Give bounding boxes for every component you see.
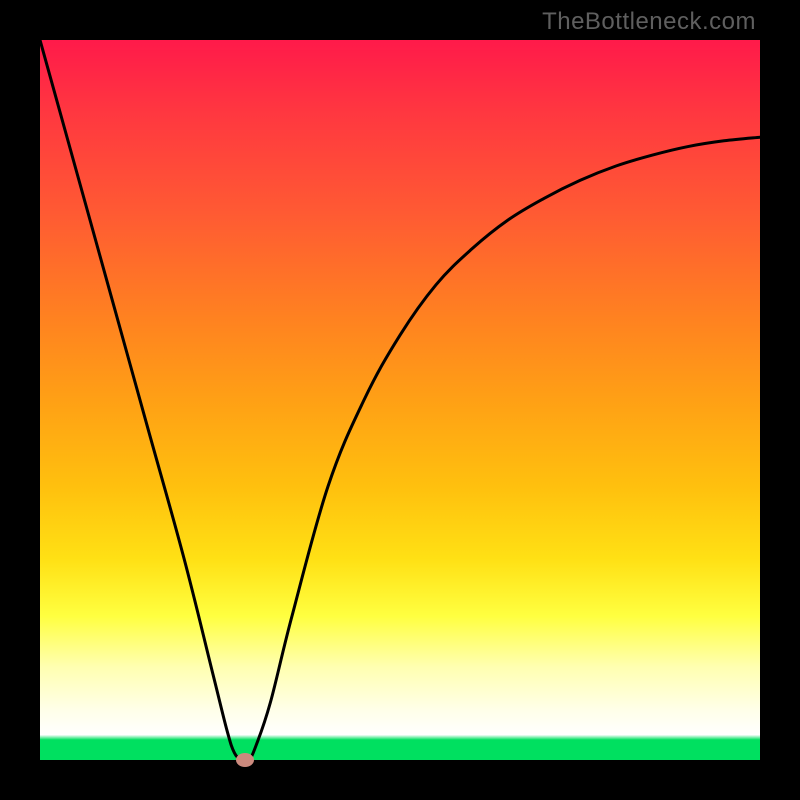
brand-watermark: TheBottleneck.com (542, 8, 756, 36)
optimal-point-marker (236, 753, 254, 767)
chart-frame: TheBottleneck.com (0, 0, 800, 800)
bottleneck-curve (40, 40, 760, 760)
plot-area (40, 40, 760, 760)
